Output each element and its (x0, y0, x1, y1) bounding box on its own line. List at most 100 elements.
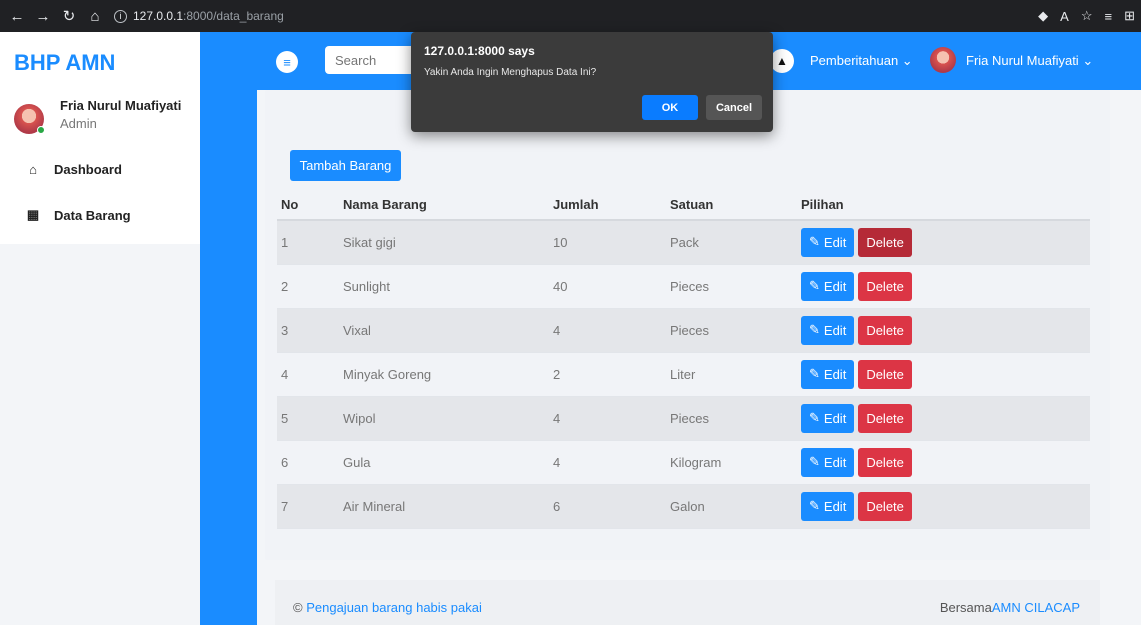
sidebar-user-name: Fria Nurul Muafiyati (60, 98, 182, 113)
back-icon[interactable]: ← (4, 8, 30, 25)
cell-jumlah: 6 (549, 484, 666, 529)
cell-nama: Wipol (339, 396, 549, 441)
brand-logo[interactable]: BHP AMN (14, 50, 115, 76)
read-aloud-icon[interactable]: A (1060, 9, 1069, 24)
edit-icon: ✎ (809, 322, 820, 337)
avatar[interactable] (930, 47, 956, 73)
sidebar-item-label: Dashboard (54, 162, 122, 177)
cell-actions: ✎ Edit Delete (797, 484, 1090, 529)
edit-icon: ✎ (809, 234, 820, 250)
edit-button[interactable]: ✎ Edit (801, 447, 855, 477)
cell-actions: ✎ Edit Delete (797, 308, 1090, 353)
cell-no: 3 (277, 308, 339, 353)
delete-button[interactable]: Delete (858, 359, 912, 389)
menu-toggle-button[interactable]: ≡ (276, 51, 298, 73)
reload-icon[interactable]: ↻ (56, 7, 82, 25)
cell-satuan: Pieces (666, 264, 797, 309)
cell-nama: Gula (339, 440, 549, 485)
delete-button[interactable]: Delete (858, 271, 912, 301)
copyright-symbol: © (293, 600, 303, 615)
edit-button[interactable]: ✎ Edit (801, 491, 855, 521)
edit-button[interactable]: ✎ Edit (801, 271, 855, 301)
column-header: Nama Barang (339, 190, 549, 221)
cell-nama: Minyak Goreng (339, 352, 549, 397)
cell-jumlah: 4 (549, 396, 666, 441)
edit-icon: ✎ (809, 498, 820, 513)
edit-icon: ✎ (809, 410, 820, 425)
ok-button[interactable]: OK (642, 95, 698, 120)
favorite-icon[interactable]: ☆ (1081, 8, 1093, 24)
cell-nama: Sunlight (339, 264, 549, 309)
browser-nav: ← → ↻ ⌂ (0, 7, 108, 26)
browser-toolbar: ← → ↻ ⌂ i 127.0.0.1:8000/data_barang ◆ A… (0, 0, 1141, 32)
table-header-row: No Nama Barang Jumlah Satuan Pilihan (277, 190, 1090, 221)
footer-org-link[interactable]: AMN CILACAP (992, 600, 1080, 615)
extension-icon[interactable]: ◆ (1038, 8, 1048, 24)
delete-button[interactable]: Delete (858, 447, 912, 477)
chevron-down-icon: ⌄ (1082, 53, 1094, 68)
notification-bell-button[interactable]: ▲ (770, 49, 794, 73)
sidebar: BHP AMN Fria Nurul Muafiyati Admin ⌂ Das… (0, 32, 200, 244)
sidebar-item-dashboard[interactable]: ⌂ Dashboard (24, 162, 122, 177)
edit-icon: ✎ (809, 454, 820, 469)
online-status-icon (37, 126, 45, 134)
cell-jumlah: 2 (549, 352, 666, 397)
forward-icon[interactable]: → (30, 8, 56, 25)
add-item-button[interactable]: Tambah Barang (290, 150, 401, 181)
cell-actions: ✎ Edit Delete (797, 220, 1090, 265)
cell-jumlah: 40 (549, 264, 666, 309)
address-bar[interactable]: i 127.0.0.1:8000/data_barang (114, 5, 284, 27)
topbar-user-name: Fria Nurul Muafiyati (966, 53, 1079, 68)
url-path: :8000/data_barang (183, 9, 284, 23)
cell-nama: Vixal (339, 308, 549, 353)
footer-app-link[interactable]: Pengajuan barang habis pakai (306, 600, 482, 615)
user-menu-dropdown[interactable]: Fria Nurul Muafiyati ⌄ (966, 53, 1093, 69)
edit-label: Edit (823, 498, 847, 514)
column-header: No (277, 190, 339, 221)
home-icon[interactable]: ⌂ (82, 8, 108, 25)
cell-jumlah: 10 (549, 220, 666, 265)
column-header: Jumlah (549, 190, 666, 221)
edit-button[interactable]: ✎ Edit (801, 227, 855, 257)
cell-actions: ✎ Edit Delete (797, 352, 1090, 397)
table-row: 2 Sunlight 40 Pieces ✎ Edit Delete (277, 264, 1090, 309)
cell-no: 4 (277, 352, 339, 397)
sidebar-item-data-barang[interactable]: ▦ Data Barang (24, 207, 131, 223)
cell-satuan: Pack (666, 220, 797, 265)
table-row: 1 Sikat gigi 10 Pack ✎ Edit Delete (277, 220, 1090, 265)
column-header: Pilihan (797, 190, 1090, 221)
dialog-message: Yakin Anda Ingin Menghapus Data Ini? (424, 67, 597, 78)
footer-prefix: Bersama (939, 600, 992, 615)
cell-actions: ✎ Edit Delete (797, 440, 1090, 485)
edit-button[interactable]: ✎ Edit (801, 403, 855, 433)
collections-icon[interactable]: ⊞ (1124, 8, 1135, 24)
hamburger-icon: ≡ (283, 54, 291, 70)
cancel-button[interactable]: Cancel (706, 95, 762, 120)
cell-satuan: Galon (666, 484, 797, 529)
cell-nama: Air Mineral (339, 484, 549, 529)
column-header: Satuan (666, 190, 797, 221)
delete-button[interactable]: Delete (858, 403, 912, 433)
info-icon[interactable]: i (114, 9, 127, 23)
cell-jumlah: 4 (549, 308, 666, 353)
edit-label: Edit (823, 366, 847, 382)
table-row: 5 Wipol 4 Pieces ✎ Edit Delete (277, 396, 1090, 441)
delete-button[interactable]: Delete (858, 227, 912, 257)
edit-icon: ✎ (809, 366, 820, 381)
delete-button[interactable]: Delete (858, 491, 912, 521)
sidebar-background (200, 32, 257, 625)
confirm-dialog: 127.0.0.1:8000 says Yakin Anda Ingin Men… (411, 32, 773, 132)
edit-button[interactable]: ✎ Edit (801, 359, 855, 389)
favorites-list-icon[interactable]: ≡ (1105, 9, 1113, 24)
sidebar-item-label: Data Barang (54, 207, 131, 223)
edit-icon: ✎ (809, 278, 820, 293)
cell-satuan: Liter (666, 352, 797, 397)
chevron-down-icon: ⌄ (901, 53, 913, 68)
table-row: 4 Minyak Goreng 2 Liter ✎ Edit Delete (277, 352, 1090, 397)
edit-button[interactable]: ✎ Edit (801, 315, 855, 345)
search-input[interactable] (325, 46, 425, 74)
notifications-dropdown[interactable]: Pemberitahuan ⌄ (810, 53, 913, 69)
cell-satuan: Pieces (666, 308, 797, 353)
delete-button[interactable]: Delete (858, 315, 912, 345)
dialog-title: 127.0.0.1:8000 says (424, 44, 535, 58)
